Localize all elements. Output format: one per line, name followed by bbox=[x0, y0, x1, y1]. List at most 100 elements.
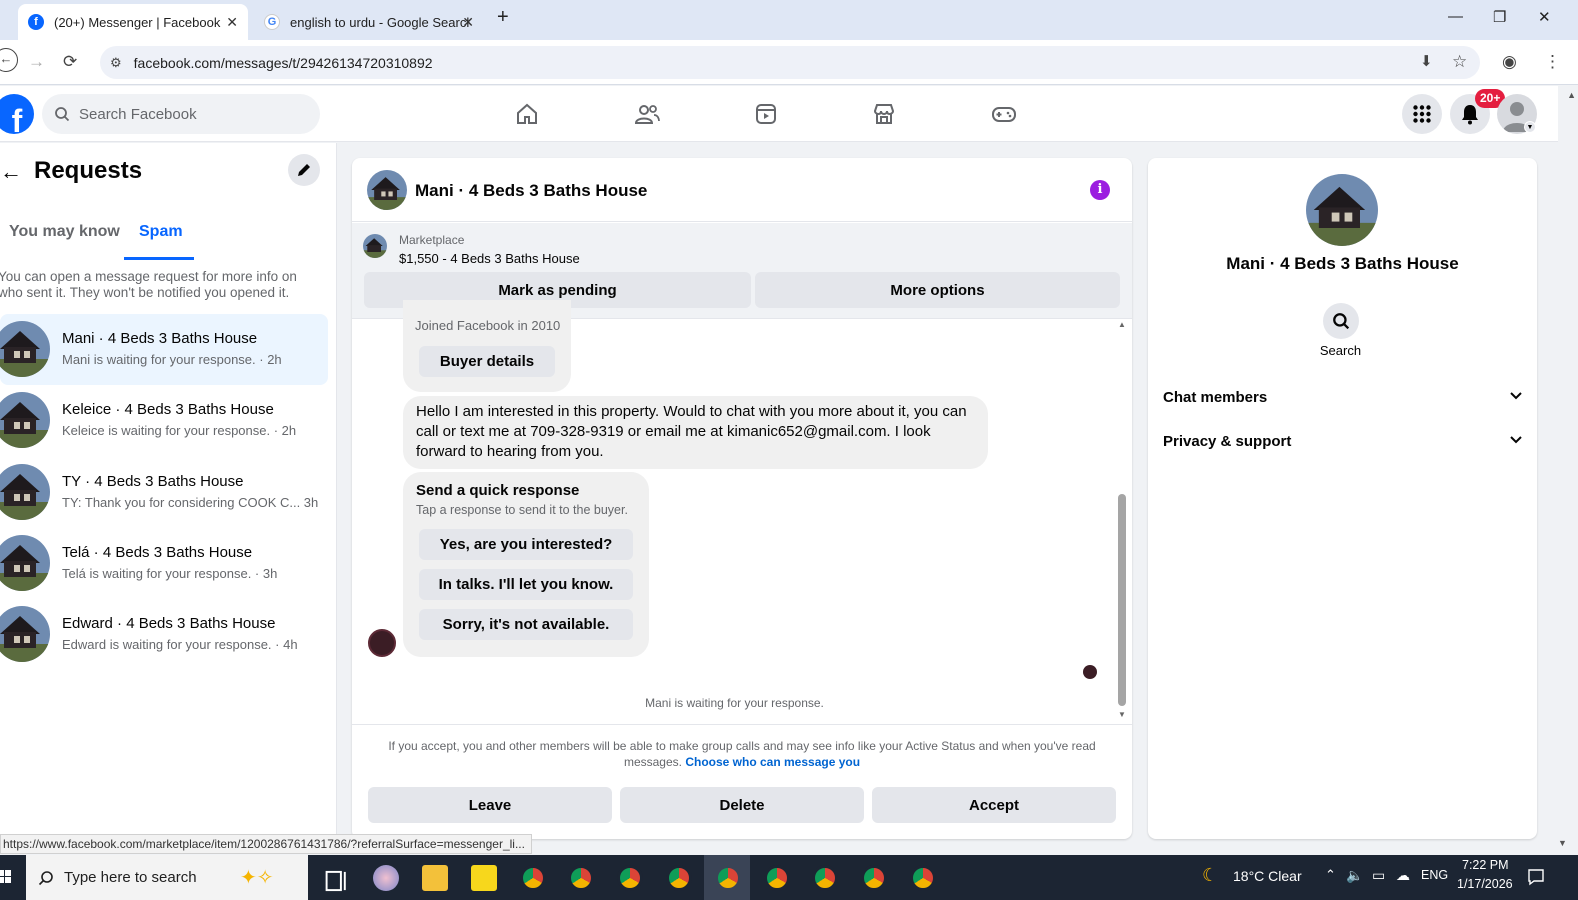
home-icon[interactable] bbox=[511, 98, 543, 130]
chrome-icon[interactable] bbox=[568, 865, 594, 891]
chrome-profile-icon[interactable] bbox=[910, 865, 936, 891]
listing-title[interactable]: $1,550 - 4 Beds 3 Baths House bbox=[399, 251, 580, 266]
tab-title: (20+) Messenger | Facebook bbox=[54, 14, 221, 30]
volume-icon[interactable]: 🔈 bbox=[1346, 867, 1363, 884]
divider bbox=[352, 724, 1132, 725]
conversation-item[interactable]: Telá · 4 Beds 3 Baths House Telá is wait… bbox=[0, 528, 328, 599]
weather-moon-icon[interactable]: ☾ bbox=[1202, 865, 1218, 886]
conversation-item[interactable]: Edward · 4 Beds 3 Baths House Edward is … bbox=[0, 599, 328, 670]
notification-center-icon[interactable] bbox=[1527, 868, 1545, 886]
active-tab-indicator bbox=[124, 257, 194, 260]
quick-reply-button[interactable]: Yes, are you interested? bbox=[419, 529, 633, 560]
url-bar[interactable]: ⚙ facebook.com/messages/t/29426134720310… bbox=[100, 46, 1480, 79]
facebook-search-input[interactable]: Search Facebook bbox=[42, 94, 320, 134]
chrome-profile-icon[interactable] bbox=[617, 865, 643, 891]
meet-icon[interactable]: ▭ bbox=[1372, 867, 1385, 884]
clock-date[interactable]: 1/17/2026 bbox=[1457, 877, 1513, 891]
marketplace-icon[interactable] bbox=[868, 98, 900, 130]
conversation-name: Telá · 4 Beds 3 Baths House bbox=[62, 544, 253, 561]
quick-reply-button[interactable]: Sorry, it's not available. bbox=[419, 609, 633, 640]
waiting-status: Mani is waiting for your response. bbox=[645, 696, 824, 710]
language-indicator[interactable]: ENG bbox=[1421, 868, 1448, 882]
house-avatar bbox=[0, 535, 50, 591]
browser-tab-bar: f (20+) Messenger | Facebook ✕ G english… bbox=[0, 0, 1578, 40]
conversation-preview: TY: Thank you for considering COOK C... … bbox=[62, 495, 319, 510]
chrome-profile-icon[interactable] bbox=[812, 865, 838, 891]
profile-name: Mani · 4 Beds 3 Baths House bbox=[1226, 254, 1459, 273]
new-tab-icon[interactable]: + bbox=[497, 6, 509, 29]
scroll-up-icon[interactable]: ▲ bbox=[1118, 320, 1126, 329]
window-close-icon[interactable]: ✕ bbox=[1538, 8, 1551, 26]
choose-who-can-message-link[interactable]: Choose who can message you bbox=[685, 755, 860, 769]
back-icon[interactable]: ← bbox=[0, 48, 18, 72]
browser-tab-google[interactable]: G english to urdu - Google Search ✕ bbox=[254, 4, 484, 40]
delete-button[interactable]: Delete bbox=[620, 787, 864, 823]
privacy-support-section[interactable]: Privacy & support bbox=[1163, 433, 1523, 450]
clock-time[interactable]: 7:22 PM bbox=[1462, 858, 1509, 872]
account-chevron-icon[interactable]: ▼ bbox=[1524, 121, 1536, 133]
browser-menu-icon[interactable]: ⋮ bbox=[1544, 52, 1561, 72]
sender-avatar[interactable] bbox=[368, 629, 396, 657]
tray-overflow-icon[interactable]: ⌃ bbox=[1325, 867, 1336, 883]
conversation-item[interactable]: TY · 4 Beds 3 Baths House TY: Thank you … bbox=[0, 457, 328, 528]
sticky-notes-icon[interactable] bbox=[471, 865, 497, 891]
facebook-logo-icon[interactable]: f bbox=[0, 94, 34, 134]
forward-icon[interactable]: → bbox=[28, 52, 45, 72]
close-tab-icon[interactable]: ✕ bbox=[226, 14, 238, 31]
chat-scrollbar[interactable]: ▲ ▼ bbox=[1118, 320, 1128, 720]
accept-button[interactable]: Accept bbox=[872, 787, 1116, 823]
chevron-down-icon bbox=[1510, 436, 1522, 444]
task-view-icon[interactable] bbox=[324, 868, 350, 894]
file-explorer-icon[interactable] bbox=[422, 865, 448, 891]
weather-text[interactable]: 18°C Clear bbox=[1233, 868, 1302, 884]
chrome-icon[interactable] bbox=[520, 865, 546, 891]
listing-thumbnail[interactable] bbox=[363, 234, 387, 258]
restore-icon[interactable]: ❐ bbox=[1493, 8, 1506, 26]
search-placeholder: Search Facebook bbox=[79, 105, 197, 123]
chat-members-section[interactable]: Chat members bbox=[1163, 389, 1523, 406]
page-scroll-down-icon[interactable]: ▼ bbox=[1558, 838, 1567, 848]
chrome-profile-icon[interactable] bbox=[715, 865, 741, 891]
taskbar-search-box[interactable]: Type here to search ✦✧ bbox=[26, 855, 308, 900]
paint-app-icon[interactable] bbox=[373, 865, 399, 891]
site-info-icon[interactable]: ⚙ bbox=[110, 55, 122, 71]
back-arrow-icon[interactable]: ← bbox=[0, 159, 22, 185]
chat-title[interactable]: Mani · 4 Beds 3 Baths House bbox=[415, 181, 647, 201]
chrome-profile-icon[interactable] bbox=[861, 865, 887, 891]
windows-start-icon[interactable] bbox=[0, 870, 12, 884]
page-scroll-up-icon[interactable]: ▲ bbox=[1567, 90, 1576, 100]
facebook-favicon-icon: f bbox=[28, 14, 44, 30]
menu-grid-icon[interactable] bbox=[1402, 94, 1442, 134]
video-icon[interactable] bbox=[750, 98, 782, 130]
friends-icon[interactable] bbox=[631, 98, 663, 130]
install-app-icon[interactable]: ⬇ bbox=[1420, 52, 1433, 70]
tab-you-may-know[interactable]: You may know bbox=[9, 223, 120, 241]
house-avatar bbox=[0, 606, 50, 662]
tab-spam[interactable]: Spam bbox=[139, 223, 183, 241]
network-icon[interactable]: ☁ bbox=[1396, 867, 1410, 884]
chat-avatar[interactable] bbox=[367, 170, 407, 210]
minimize-icon[interactable]: — bbox=[1448, 8, 1463, 25]
chrome-profile-icon[interactable] bbox=[666, 865, 692, 891]
profile-avatar[interactable] bbox=[1306, 174, 1378, 246]
browser-tab-messenger[interactable]: f (20+) Messenger | Facebook ✕ bbox=[18, 4, 248, 40]
more-options-button[interactable]: More options bbox=[755, 272, 1120, 308]
close-tab-icon[interactable]: ✕ bbox=[462, 14, 474, 31]
conversation-item[interactable]: Mani · 4 Beds 3 Baths House Mani is wait… bbox=[0, 314, 328, 385]
reload-icon[interactable]: ⟳ bbox=[63, 52, 77, 72]
chrome-profile-icon[interactable] bbox=[764, 865, 790, 891]
bookmark-star-icon[interactable]: ☆ bbox=[1452, 52, 1467, 72]
info-icon[interactable]: i bbox=[1090, 180, 1110, 200]
quick-reply-button[interactable]: In talks. I'll let you know. bbox=[419, 569, 633, 600]
scrollbar-thumb[interactable] bbox=[1118, 494, 1126, 706]
leave-button[interactable]: Leave bbox=[368, 787, 612, 823]
conversation-item[interactable]: Keleice · 4 Beds 3 Baths House Keleice i… bbox=[0, 385, 328, 456]
scroll-down-icon[interactable]: ▼ bbox=[1118, 710, 1126, 719]
gaming-icon[interactable] bbox=[988, 98, 1020, 130]
conversation-info-panel: Mani · 4 Beds 3 Baths House Search Chat … bbox=[1148, 158, 1537, 839]
edit-pencil-icon[interactable] bbox=[288, 154, 320, 186]
search-in-conversation-button[interactable] bbox=[1323, 303, 1359, 339]
conversation-preview: Telá is waiting for your response. · 3h bbox=[62, 566, 278, 581]
profile-icon[interactable]: ◉ bbox=[1502, 52, 1517, 72]
buyer-details-button[interactable]: Buyer details bbox=[419, 346, 555, 377]
